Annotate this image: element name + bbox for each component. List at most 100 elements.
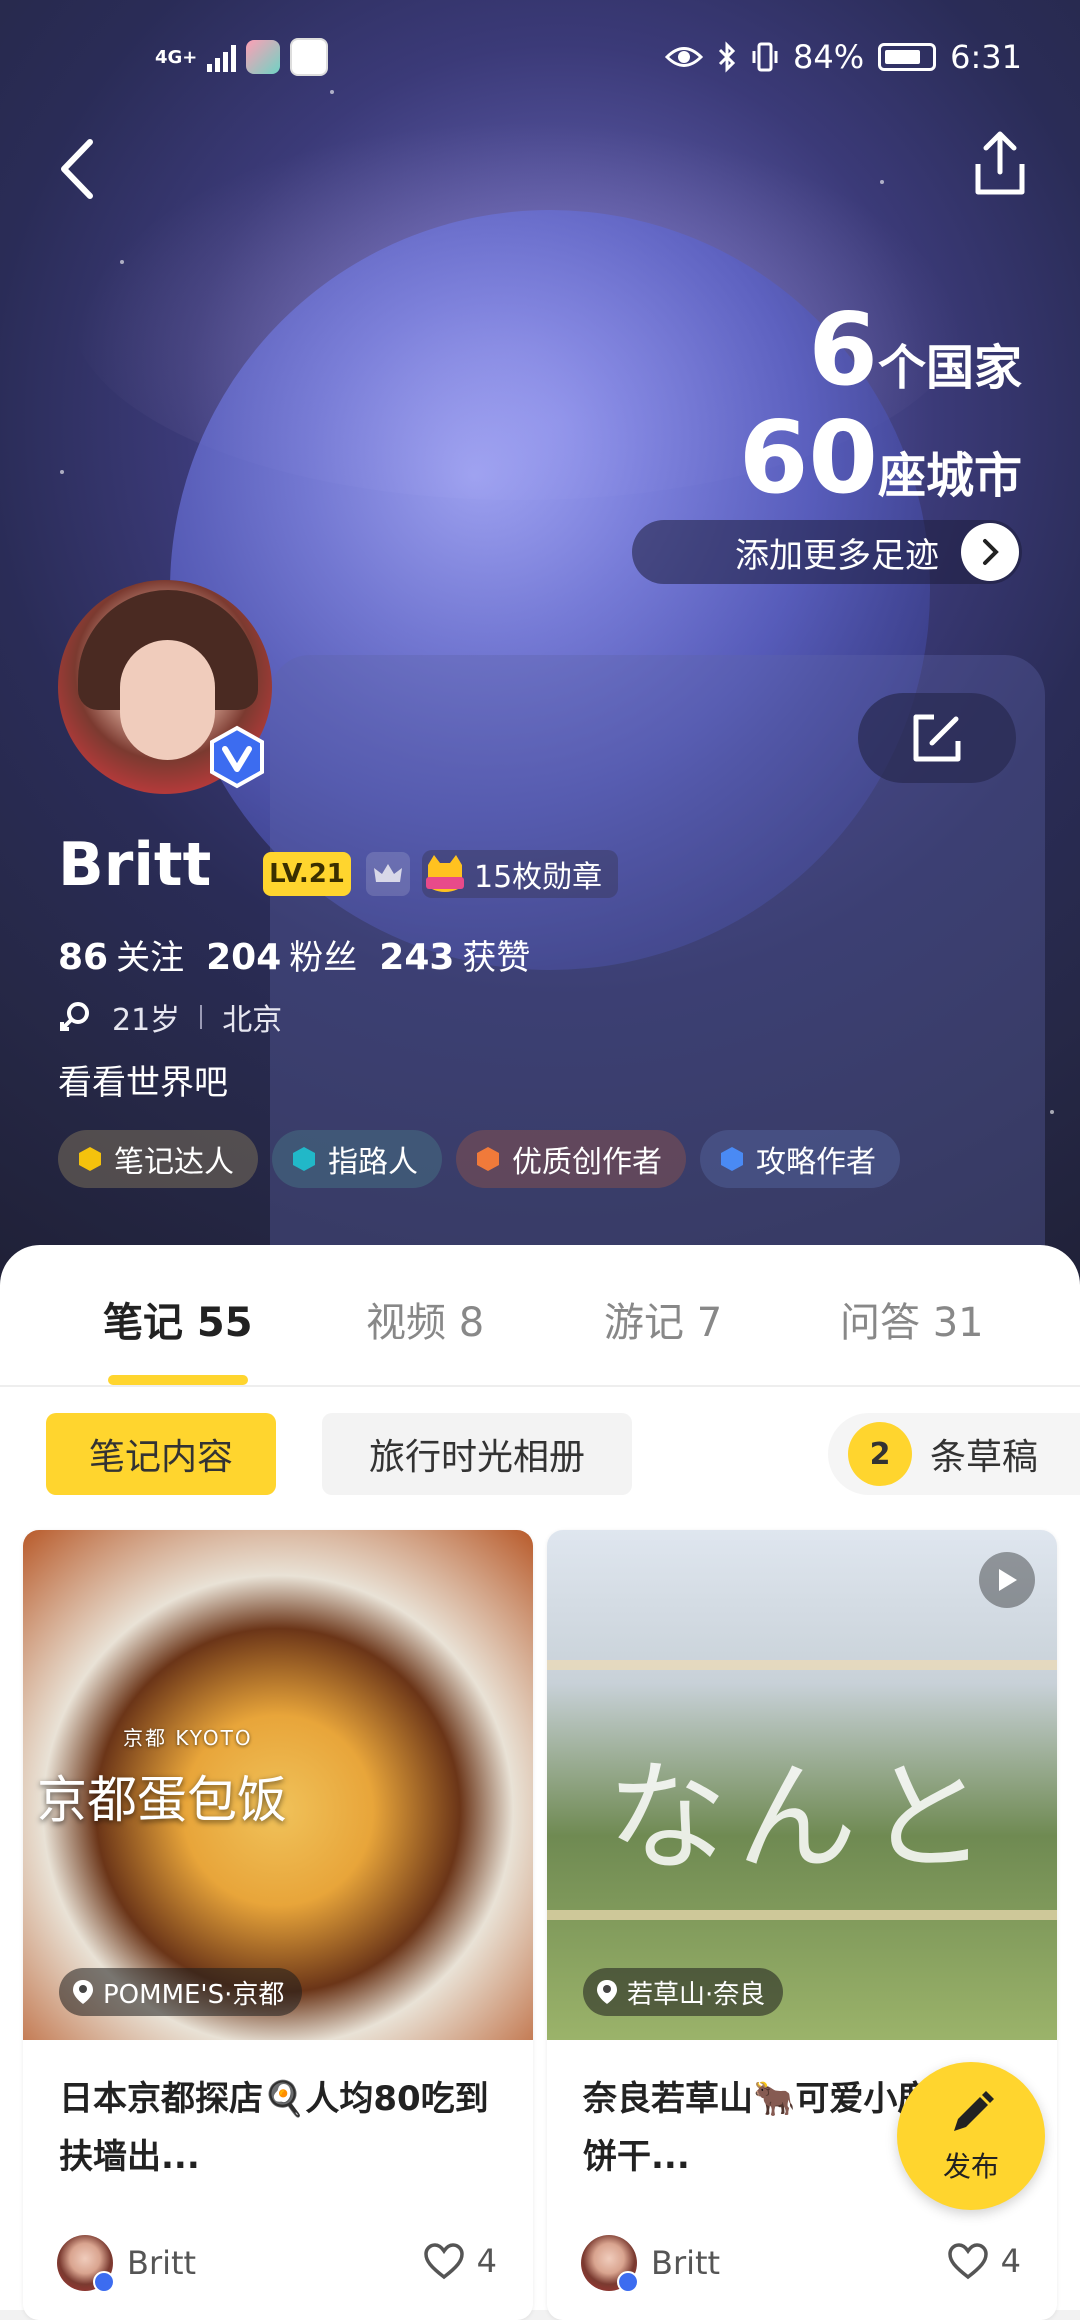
active-tab-indicator [108,1375,248,1385]
star-decoration [1050,1110,1054,1114]
tab-videos[interactable]: 视频 8 [366,1290,484,1348]
profile-name: Britt [58,830,212,900]
tag-label: 攻略作者 [756,1145,876,1180]
medals-count: 15枚勋章 [474,860,603,895]
add-trail-label: 添加更多足迹 [735,535,939,576]
note-cover-image: なんと 若草山·奈良 [547,1530,1057,2040]
tag-gem-icon [293,1147,315,1171]
draft-count: 2 [848,1422,912,1486]
status-left: 4G+ [155,38,329,76]
star-decoration [60,470,64,474]
star-decoration [120,260,124,264]
fans-label: 粉丝 [289,938,358,978]
tab-travelogues[interactable]: 游记 7 [604,1290,722,1348]
bluetooth-icon [718,41,736,73]
cover-stripe [547,1660,1057,1670]
follow-stats: 86 关注 204 粉丝 243 获赞 [58,930,530,979]
likes-count: 243 [379,937,455,978]
tag-guide[interactable]: 指路人 [272,1130,442,1188]
note-cover-image: 京都 KYOTO 京都蛋包饭 POMME'S·京都 [23,1530,533,2040]
edit-profile-button[interactable] [858,693,1016,783]
draft-label: 条草稿 [930,1437,1039,1478]
cities-count: 60 [738,399,878,516]
subtab-travel-album[interactable]: 旅行时光相册 [322,1413,632,1495]
divider [200,1005,203,1029]
tag-quality-creator[interactable]: 优质创作者 [456,1130,686,1188]
fans-count: 204 [206,937,282,978]
author-name: Britt [127,2244,197,2282]
app-notification-icon [246,40,281,74]
pencil-icon [954,2091,994,2131]
heart-icon [423,2243,464,2280]
likes-label: 获赞 [462,938,531,978]
crown-icon[interactable] [366,852,410,896]
following-label: 关注 [116,938,185,978]
like-count: 4 [476,2242,497,2280]
add-more-trail-button[interactable]: 添加更多足迹 [632,520,1022,584]
level-badge[interactable]: LV.21 [263,852,351,896]
like-count: 4 [1000,2242,1021,2280]
sina-notification-icon [290,38,329,76]
profile-bio: 看看世界吧 [58,1063,228,1103]
cover-title: なんと [607,1749,997,1888]
like-button[interactable]: 4 [947,2242,1021,2280]
following-count: 86 [58,937,109,978]
status-right: 84% 6:31 [665,38,1022,76]
location-pin-icon [73,1980,93,2004]
back-arrow-icon[interactable] [52,134,112,204]
play-icon[interactable] [979,1552,1035,1608]
chevron-right-icon [961,523,1019,581]
location-label: 若草山·奈良 [627,1979,766,2010]
publish-button[interactable]: 发布 [897,2062,1045,2210]
subtab-notes-content[interactable]: 笔记内容 [46,1413,276,1495]
signal-icon [207,42,237,72]
avatar-face [120,640,215,760]
following-stat[interactable]: 86 关注 [58,930,184,979]
eye-comfort-icon [665,47,704,67]
countries-count: 6 [808,291,878,408]
author-avatar [57,2235,115,2293]
content-tabs: 笔记 55 视频 8 游记 7 问答 31 [0,1245,1080,1387]
profile-tags: 笔记达人 指路人 优质创作者 攻略作者 [58,1130,900,1188]
medals-button[interactable]: 15枚勋章 [422,850,619,898]
fans-stat[interactable]: 204 粉丝 [206,930,357,979]
likes-stat[interactable]: 243 获赞 [379,930,530,979]
cover-subtitle: 京都 KYOTO [123,1726,253,1750]
cities-unit: 座城市 [877,448,1022,504]
location-tag[interactable]: POMME'S·京都 [59,1968,303,2016]
author-avatar [581,2235,639,2293]
profile-age: 21岁 [112,1003,181,1038]
location-pin-icon [597,1980,617,2004]
location-label: POMME'S·京都 [103,1979,285,2010]
tag-label: 指路人 [328,1145,418,1180]
star-decoration [880,180,884,184]
vibrate-icon [752,42,778,72]
profile-city: 北京 [222,1003,283,1038]
edit-icon [913,714,961,762]
note-author[interactable]: Britt [581,2235,721,2293]
publish-label: 发布 [942,2150,999,2183]
drafts-button[interactable]: 2 条草稿 [828,1413,1080,1495]
cities-stat: 60座城市 [739,408,1022,508]
tab-qa[interactable]: 问答 31 [840,1290,984,1348]
share-icon[interactable] [970,130,1030,200]
gender-female-icon [60,1002,89,1031]
note-author[interactable]: Britt [57,2235,197,2293]
status-bar: 4G+ 84% 6:31 [0,0,1080,120]
tag-guide-author[interactable]: 攻略作者 [700,1130,900,1188]
travel-stats: 6个国家 60座城市 [739,300,1022,508]
battery-percent: 84% [793,38,865,76]
note-card[interactable]: 京都 KYOTO 京都蛋包饭 POMME'S·京都 日本京都探店🍳人均80吃到扶… [23,1530,533,2320]
verified-badge-icon [210,725,264,789]
tag-gem-icon [477,1147,499,1171]
location-tag[interactable]: 若草山·奈良 [583,1968,784,2016]
like-button[interactable]: 4 [423,2242,497,2280]
heart-icon [947,2243,988,2280]
tag-note-expert[interactable]: 笔记达人 [58,1130,258,1188]
tab-notes[interactable]: 笔记 55 [103,1290,253,1348]
network-type: 4G+ [155,46,198,68]
tag-gem-icon [721,1147,743,1171]
author-name: Britt [651,2244,721,2282]
battery-icon [878,43,937,71]
countries-stat: 6个国家 [739,300,1022,400]
